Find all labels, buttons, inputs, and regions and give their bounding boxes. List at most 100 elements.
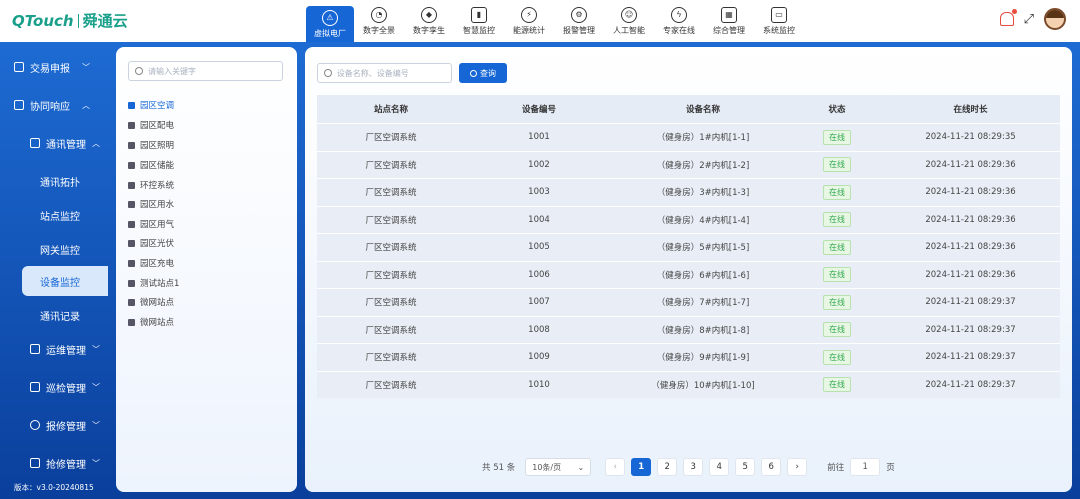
device-id-cell: 1010	[528, 379, 550, 390]
brand-divider	[77, 13, 79, 28]
table-row[interactable]: 厂区空调系统 1001 （健身房）1#内机[1-1] 在线 2024-11-21 08:…	[317, 123, 1060, 151]
tree-search-input[interactable]	[148, 66, 268, 76]
warning-triangle-icon: ⚠	[322, 9, 338, 26]
module-label: 智慧监控	[463, 25, 495, 35]
device-id-cell: 1003	[528, 187, 550, 198]
sidebar-item-repair-management[interactable]: 报修管理 ﹀	[0, 410, 108, 440]
brand-name-en: QTouch	[12, 11, 74, 30]
module-virtual-power-plant[interactable]: ⚠ 虚拟电厂	[306, 6, 354, 42]
table-row[interactable]: 厂区空调系统 1007 （健身房）7#内机[1-7] 在线 2024-11-21 08:…	[317, 288, 1060, 316]
device-id-cell: 1006	[528, 269, 550, 280]
trade-icon	[14, 62, 24, 72]
module-label: 系统监控	[763, 25, 795, 35]
tree-item[interactable]: 园区空调	[128, 97, 174, 113]
tree-item[interactable]: 微网站点	[128, 294, 174, 310]
device-id-cell: 1002	[528, 159, 550, 170]
module-integrated-management[interactable]: ▦ 综合管理	[704, 0, 754, 42]
page-size-value: 10条/页	[532, 462, 562, 472]
module-digital-twin[interactable]: ◆ 数字孪生	[404, 0, 454, 42]
page-button[interactable]: 6	[761, 458, 782, 476]
site-name-cell: 厂区空调系统	[365, 353, 417, 364]
comm-icon	[30, 138, 40, 148]
device-search[interactable]	[317, 63, 452, 83]
device-id-cell: 1004	[528, 214, 550, 225]
device-search-input[interactable]	[336, 68, 451, 78]
site-icon	[128, 121, 135, 129]
prev-page-button[interactable]: ‹	[605, 458, 626, 476]
tree-item[interactable]: 园区用水	[128, 196, 174, 212]
column-header-site[interactable]: 站点名称	[317, 103, 465, 115]
module-label: 专家在线	[663, 25, 695, 35]
status-cell: 在线	[793, 239, 881, 255]
module-artificial-intelligence[interactable]: ☺ 人工智能	[604, 0, 654, 42]
status-badge: 在线	[823, 239, 851, 255]
module-label: 综合管理	[713, 25, 745, 35]
table-row[interactable]: 厂区空调系统 1003 （健身房）3#内机[1-3] 在线 2024-11-21 08:…	[317, 178, 1060, 206]
sidebar-item-comm-management[interactable]: 通讯管理 ︿	[0, 128, 108, 158]
tree-search[interactable]	[128, 61, 283, 81]
sidebar-item-emergency-repair[interactable]: 抢修管理 ﹀	[0, 448, 108, 478]
sidebar-item-comm-records[interactable]: 通讯记录	[0, 300, 108, 330]
tree-item[interactable]: 园区配电	[128, 117, 174, 133]
page-button[interactable]: 4	[709, 458, 730, 476]
tree-item[interactable]: 微网站点	[128, 314, 174, 330]
status-cell: 在线	[793, 349, 881, 365]
tree-item[interactable]: 园区充电	[128, 255, 174, 271]
tree-item[interactable]: 园区用气	[128, 216, 174, 232]
sidebar-item-gateway-monitoring[interactable]: 网关监控	[0, 234, 108, 264]
site-icon	[128, 200, 135, 208]
table-row[interactable]: 厂区空调系统 1009 （健身房）9#内机[1-9] 在线 2024-11-21 08:…	[317, 343, 1060, 371]
module-smart-monitoring[interactable]: ▮ 智慧监控	[454, 0, 504, 42]
table-row[interactable]: 厂区空调系统 1006 （健身房）6#内机[1-6] 在线 2024-11-21 08:…	[317, 260, 1060, 288]
module-label: 数字全景	[363, 25, 395, 35]
fullscreen-icon[interactable]: ⤢	[1024, 12, 1034, 27]
table-row[interactable]: 厂区空调系统 1004 （健身房）4#内机[1-4] 在线 2024-11-21 08:…	[317, 205, 1060, 233]
table-row[interactable]: 厂区空调系统 1008 （健身房）8#内机[1-8] 在线 2024-11-21 08:…	[317, 315, 1060, 343]
tree-item[interactable]: 测试站点1	[128, 275, 179, 291]
chevron-up-icon: ︿	[82, 100, 90, 110]
brand-logo[interactable]: QTouch 舜通云	[12, 10, 128, 31]
device-id-cell: 1009	[528, 352, 550, 363]
sidebar-item-device-monitoring[interactable]: 设备监控	[22, 266, 108, 296]
status-cell: 在线	[793, 157, 881, 173]
module-energy-statistics[interactable]: ⚡ 能源统计	[504, 0, 554, 42]
module-alarm-management[interactable]: ⚙ 报警管理	[554, 0, 604, 42]
next-page-button[interactable]: ›	[787, 458, 808, 476]
grid-apps-icon: ▦	[721, 6, 737, 23]
table-row[interactable]: 厂区空调系统 1002 （健身房）2#内机[1-2] 在线 2024-11-21 08:…	[317, 150, 1060, 178]
goto-page-input[interactable]: 1	[850, 458, 881, 476]
device-id-cell: 1008	[528, 324, 550, 335]
sidebar-item-inspection-management[interactable]: 巡检管理 ﹀	[0, 372, 108, 402]
avatar[interactable]	[1044, 8, 1066, 30]
sidebar-item-trade-declaration[interactable]: 交易申报 ﹀	[0, 52, 108, 82]
page-button[interactable]: 5	[735, 458, 756, 476]
tree-item[interactable]: 园区储能	[128, 157, 174, 173]
page-size-select[interactable]: 10条/页 ⌄	[525, 458, 592, 476]
sidebar-item-site-monitoring[interactable]: 站点监控	[0, 200, 108, 230]
column-header-device-id[interactable]: 设备编号	[465, 103, 613, 115]
table-row[interactable]: 厂区空调系统 1005 （健身房）5#内机[1-5] 在线 2024-11-21 08:…	[317, 233, 1060, 261]
tree-item[interactable]: 环控系统	[128, 177, 174, 193]
column-header-online-time[interactable]: 在线时长	[881, 103, 1060, 115]
module-system-monitoring[interactable]: ▭ 系统监控	[754, 0, 804, 42]
site-tree-panel: 园区空调 园区配电 园区照明 园区储能 环控系统 园区用水 园区用气 园区光伏 …	[116, 47, 297, 492]
module-digital-panorama[interactable]: ◔ 数字全景	[354, 0, 404, 42]
column-header-status[interactable]: 状态	[793, 103, 881, 115]
module-expert-online[interactable]: ϟ 专家在线	[654, 0, 704, 42]
page-button[interactable]: 3	[683, 458, 704, 476]
sidebar-item-ops-management[interactable]: 运维管理 ﹀	[0, 334, 108, 364]
sidebar-item-coordinated-response[interactable]: 协同响应 ︿	[0, 90, 108, 120]
search-icon	[470, 69, 477, 77]
bell-icon[interactable]	[999, 9, 1017, 26]
sidebar-item-comm-topology[interactable]: 通讯拓扑	[0, 166, 108, 196]
column-header-device-name[interactable]: 设备名称	[613, 103, 793, 115]
query-button[interactable]: 查询	[459, 63, 507, 83]
page-button[interactable]: 2	[657, 458, 678, 476]
table-row[interactable]: 厂区空调系统 1010 （健身房）10#内机[1-10] 在线 2024-11-21 0…	[317, 370, 1060, 398]
tree-item[interactable]: 园区光伏	[128, 235, 174, 251]
chart-circle-icon: ◔	[371, 6, 387, 23]
device-name-cell: （健身房）1#内机[1-1]	[656, 133, 750, 144]
status-cell: 在线	[793, 267, 881, 283]
tree-item[interactable]: 园区照明	[128, 137, 174, 153]
page-button[interactable]: 1	[631, 458, 652, 476]
